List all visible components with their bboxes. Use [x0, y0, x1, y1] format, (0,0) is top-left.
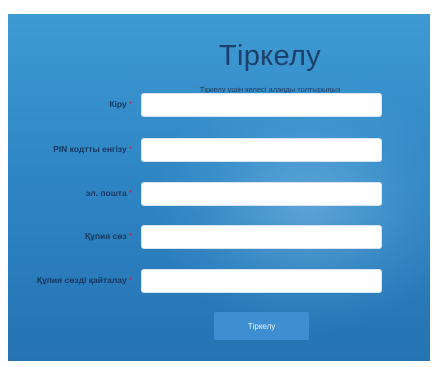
- page: Тіркелу Тіркелу үшін келесі алаңды толты…: [0, 0, 435, 367]
- password-label-text: Құпия сөз: [84, 231, 127, 241]
- register-button[interactable]: Тіркелу: [214, 312, 309, 340]
- required-mark: *: [128, 275, 132, 285]
- password-row: Құпия сөз *: [8, 225, 430, 249]
- login-label: Кіру *: [109, 99, 132, 109]
- required-mark: *: [128, 231, 132, 241]
- password-input[interactable]: [141, 225, 382, 249]
- login-row: Кіру *: [8, 93, 430, 117]
- pin-code-label-text: PIN кодтты енгізу: [53, 144, 127, 154]
- pin-code-input[interactable]: [141, 138, 382, 162]
- login-label-text: Кіру: [109, 99, 127, 109]
- required-mark: *: [128, 144, 132, 154]
- password-label: Құпия сөз *: [85, 231, 132, 241]
- login-input[interactable]: [141, 93, 382, 117]
- email-row: эл. пошта *: [8, 182, 430, 206]
- required-mark: *: [128, 188, 132, 198]
- required-mark: *: [128, 99, 132, 109]
- email-label-text: эл. пошта: [85, 188, 127, 198]
- confirm-password-input[interactable]: [141, 269, 382, 293]
- registration-panel: Тіркелу Тіркелу үшін келесі алаңды толты…: [8, 14, 430, 361]
- pin-code-row: PIN кодтты енгізу *: [8, 138, 430, 162]
- pin-code-label: PIN кодтты енгізу *: [53, 144, 132, 154]
- confirm-password-label-text: Құпия сөзді қайталау: [36, 275, 127, 285]
- confirm-password-label: Құпия сөзді қайталау *: [37, 275, 132, 285]
- confirm-password-row: Құпия сөзді қайталау *: [8, 269, 430, 293]
- page-title: Тіркелу: [219, 40, 321, 72]
- email-label: эл. пошта *: [86, 188, 132, 198]
- email-input[interactable]: [141, 182, 382, 206]
